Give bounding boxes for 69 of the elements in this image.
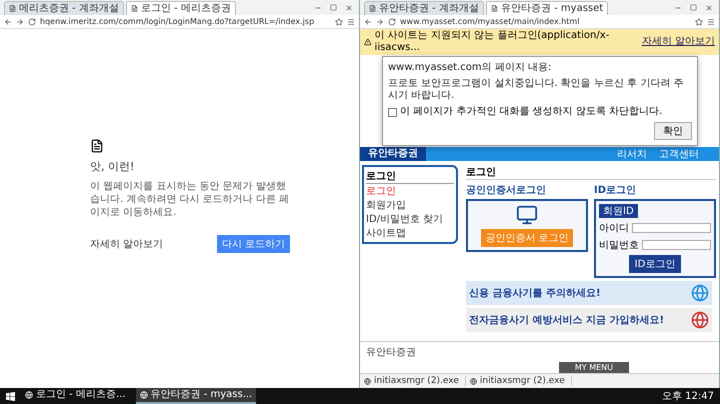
taskbar-item[interactable]: 로그인 - 메리츠증... — [21, 388, 130, 404]
page-title: 로그인 — [466, 165, 716, 180]
dialog-title: www.myasset.com의 페이지 내용: — [388, 62, 552, 74]
dialog-message: 프로토 보안프로그램이 설치중입니다. 확인을 누르신 후 기다려 주시기 바랍니다. — [388, 78, 684, 102]
sidebar-item[interactable]: 로그인 — [366, 185, 454, 198]
field-label: 아이디 — [599, 222, 629, 235]
block-dialogs-checkbox[interactable]: 이 페이지가 추가적인 대화를 생성하지 않도록 차단합니다. — [388, 106, 692, 118]
forward-icon[interactable] — [376, 18, 384, 26]
address-bar[interactable]: www.myasset.com/myasset/main/index.html — [400, 16, 691, 28]
star-icon[interactable] — [695, 18, 703, 26]
sidebar-item[interactable]: 회원가입 — [366, 199, 454, 212]
sidebar-title: 로그인 — [366, 169, 454, 184]
learn-more-link[interactable]: 자세히 알아보기 — [90, 237, 164, 251]
download-item[interactable]: initiaxsmgr (2).exe — [364, 376, 466, 386]
maximize-icon[interactable] — [330, 4, 337, 10]
taskbar-item[interactable]: 유안타증권 - myass... — [136, 388, 256, 404]
browser-tab[interactable]: 유안타증권 - myasset — [486, 1, 608, 15]
close-icon[interactable] — [705, 4, 713, 12]
ok-button[interactable]: 확인 — [654, 122, 692, 140]
nav-link[interactable]: 고객센터 — [659, 147, 699, 161]
globe-icon — [25, 391, 33, 399]
login-tab[interactable]: 회원ID — [599, 204, 638, 218]
page-icon — [490, 5, 498, 12]
globe-icon — [140, 391, 148, 399]
error-title: 앗, 이런! — [90, 159, 136, 174]
reload-icon[interactable] — [388, 18, 396, 26]
id-login-button[interactable]: ID로그인 — [628, 255, 682, 273]
download-item[interactable]: initiaxsmgr (2).exe — [470, 376, 572, 386]
back-icon[interactable] — [364, 18, 372, 26]
globe-icon — [691, 284, 709, 302]
sidebar-item[interactable]: 사이트맵 — [366, 227, 454, 240]
reload-button[interactable]: 다시 로드하기 — [216, 235, 290, 253]
globe-icon — [364, 378, 371, 384]
checkbox[interactable] — [388, 108, 397, 117]
browser-tab[interactable]: 로그인 - 메리츠증권 — [126, 1, 236, 15]
sidebar-item[interactable]: ID/비밀번호 찾기 — [366, 213, 454, 226]
page-icon — [9, 5, 16, 12]
menu-icon[interactable] — [707, 18, 715, 26]
infobar-message: 이 사이트는 지원되지 않는 플러그인(application/x-iisacws... — [374, 30, 610, 54]
maximize-icon[interactable] — [690, 4, 697, 10]
globe-icon — [470, 378, 477, 384]
input-field[interactable] — [632, 223, 711, 233]
globe-icon — [691, 311, 709, 329]
nav-link[interactable]: 리서치 — [617, 147, 647, 161]
my-menu-tab[interactable]: MY MENU — [558, 362, 629, 373]
menu-icon[interactable] — [347, 18, 355, 26]
promo-banner[interactable]: 전자금융사기 예방서비스 지금 가입하세요! — [466, 308, 712, 332]
clock: 오후 12:47 — [662, 390, 714, 403]
start-icon[interactable] — [6, 392, 15, 400]
warning-icon — [364, 38, 372, 46]
reload-icon[interactable] — [28, 18, 36, 26]
panel-title: ID로그인 — [594, 184, 638, 197]
page-icon — [130, 5, 138, 12]
error-message: 이 웹페이지를 표시하는 동안 문제가 발생했습니다. 계속하려면 다시 로드하거나 다른 페이지로 이동하세요. — [90, 180, 290, 219]
page-icon — [369, 5, 376, 12]
browser-tab[interactable]: 유안타증권 - 계좌개설 — [364, 1, 484, 15]
site-logo[interactable]: 유안타증권 — [360, 147, 426, 161]
field-label: 비밀번호 — [599, 239, 639, 252]
panel-title: 공인인증서로그인 — [466, 184, 547, 197]
input-field[interactable] — [642, 240, 711, 250]
promo-banner[interactable]: 신용 금융사기를 주의하세요! — [466, 281, 712, 305]
back-icon[interactable] — [4, 18, 12, 26]
address-bar[interactable]: hqenw.imeritz.com/comm/login/LoginMang.do?targetURL=/index.jsp — [40, 16, 331, 28]
forward-icon[interactable] — [16, 18, 24, 26]
computer-icon — [516, 204, 538, 226]
learn-more-link[interactable]: 자세히 알아보기 — [642, 36, 715, 48]
close-icon[interactable] — [345, 4, 353, 12]
browser-tab[interactable]: 메리츠증권 - 계좌개설 — [4, 1, 124, 15]
star-icon[interactable] — [335, 18, 343, 26]
